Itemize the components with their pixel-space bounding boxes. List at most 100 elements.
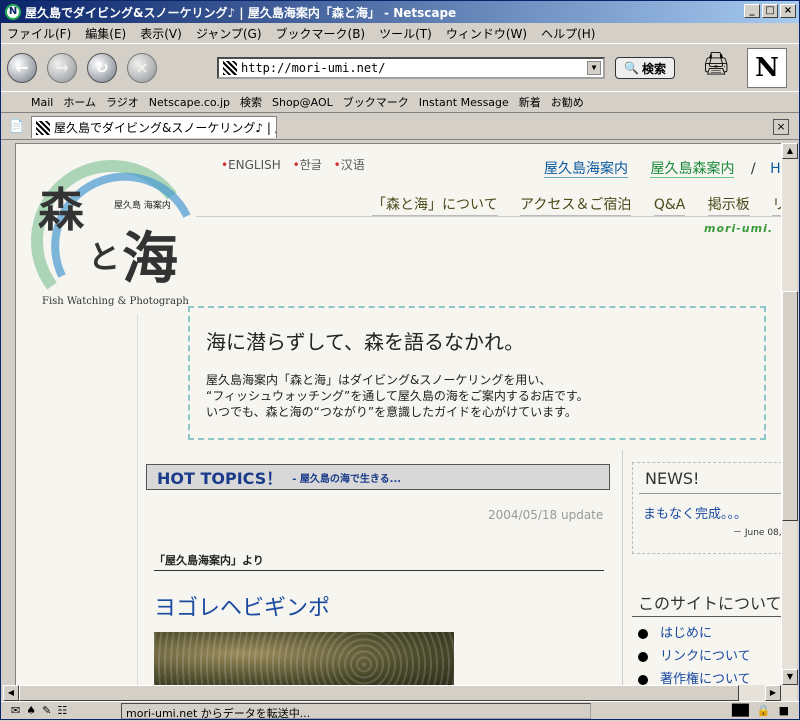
reload-button[interactable]: ↻ [87,52,117,83]
nav-bbs[interactable]: 掲示板 [707,197,750,216]
nav-links[interactable]: リン [772,197,781,216]
navigation-toolbar: ← → ↻ × http://mori-umi.net/ ▼ 🔍 検索 🖨 N [1,43,799,91]
menu-go[interactable]: ジャンプ(G) [196,25,262,42]
fish-photo[interactable] [154,632,454,685]
url-bar[interactable]: http://mori-umi.net/ ▼ [217,57,605,79]
logo-to-glyph: と [88,238,121,276]
news-heading: NEWS! [645,469,700,488]
bookmark-mail[interactable]: Mail [31,96,53,109]
tab-active[interactable]: 屋久島でダイビング&スノーケリング♪ | 屋久... [31,116,277,138]
news-divider [639,493,781,494]
news-item[interactable]: まもなく完成。。。 [643,503,747,522]
netscape-logo-icon[interactable]: N [747,48,787,88]
link-about-links[interactable]: リンクについて [660,645,751,668]
lang-english[interactable]: ENGLISH [228,158,281,172]
horizontal-scrollbar[interactable]: ◀ ▶ [3,685,797,701]
page-viewport: 屋久島 海案内 森 と 海 Fish Watching & Photograph… [15,143,781,685]
close-tab-icon[interactable]: × [773,119,789,135]
online-icon[interactable]: ██ [732,704,749,717]
link-mori-annai[interactable]: 屋久島森案内 [650,161,735,178]
forward-button[interactable]: → [47,52,77,83]
bookmark-home[interactable]: ホーム [63,94,96,110]
horizontal-scroll-thumb[interactable] [19,685,739,701]
bullet-icon [638,674,648,685]
bookmark-radio[interactable]: ラジオ [106,94,139,110]
netscape-app-icon: N [5,4,21,20]
menu-help[interactable]: ヘルプ(H) [541,25,595,42]
logo-mori-glyph: 森 [38,183,84,237]
bookmark-new[interactable]: 新着 [519,94,541,110]
catchphrase-text: 屋久島海案内「森と海」はダイビング&スノーケリングを用い、 “フィッシュウォッチ… [206,372,589,420]
vertical-scrollbar[interactable]: ▲ ▼ [781,143,798,685]
species-title[interactable]: ヨゴレヘビギンポ [154,590,330,622]
site-favicon [223,61,237,75]
nav-access[interactable]: アクセス＆ご宿泊 [520,197,632,216]
mail-icon[interactable]: ✉ [11,704,20,717]
lang-chinese[interactable]: 汉语 [341,158,365,172]
bookmark-netscape[interactable]: Netscape.co.jp [149,96,230,109]
scroll-up-icon[interactable]: ▲ [782,143,798,159]
vertical-scroll-thumb[interactable] [782,291,798,521]
scroll-left-icon[interactable]: ◀ [3,685,19,701]
maximize-button[interactable]: □ [762,4,778,18]
link-umi-annai[interactable]: 屋久島海案内 [544,161,628,178]
bookmark-instant-message[interactable]: Instant Message [419,96,509,109]
personal-toolbar: Mail ホーム ラジオ Netscape.co.jp 検索 Shop@AOL … [1,91,799,113]
menu-edit[interactable]: 編集(E) [85,25,126,42]
address-book-icon[interactable]: ☷ [57,704,67,717]
search-icon: 🔍 [624,61,639,75]
tab-label: 屋久島でダイビング&スノーケリング♪ | 屋久... [54,121,276,135]
separator: / [750,161,756,177]
back-button[interactable]: ← [7,52,37,83]
url-dropdown-icon[interactable]: ▼ [587,61,601,75]
instant-message-icon[interactable]: ♠ [26,704,36,717]
menu-file[interactable]: ファイル(F) [7,25,71,42]
bullet-icon [638,651,648,662]
close-button[interactable]: × [780,4,796,18]
search-button[interactable]: 🔍 検索 [615,57,675,79]
scroll-down-icon[interactable]: ▼ [782,669,798,685]
catchphrase-heading: 海に潜らずして、森を語るなかれ。 [206,330,525,354]
menu-view[interactable]: 表示(V) [140,25,182,42]
language-links: •ENGLISH •한글 •汉语 [221,158,365,172]
header-divider [196,216,781,217]
nav-about[interactable]: 「森と海」について [372,197,498,216]
window-title: 屋久島でダイビング&スノーケリング♪ | 屋久島海案内「森と海」 - Netsc… [25,5,457,20]
bookmark-search[interactable]: 検索 [240,94,262,110]
hot-topics-title: HOT TOPICS！ [157,469,283,488]
about-links: はじめに リンクについて 著作権について [638,622,751,685]
print-icon[interactable]: 🖨 [701,52,731,82]
url-text[interactable]: http://mori-umi.net/ [241,61,386,75]
logo-umi-glyph: 海 [122,226,178,292]
list-item: 著作権について [638,668,751,685]
new-tab-icon[interactable]: 📄 [9,119,24,133]
menu-window[interactable]: ウィンドウ(W) [446,25,527,42]
status-bar: ✉ ♠ ✎ ☷ mori-umi.net からデータを転送中... ██ 🔒 ■ [1,701,799,720]
bookmark-recommended[interactable]: お勧め [551,94,584,110]
bookmark-shop-aol[interactable]: Shop@AOL [272,96,333,109]
news-date: － June 08, 2 [733,528,781,538]
list-item: リンクについて [638,645,751,668]
link-intro[interactable]: はじめに [660,622,712,645]
link-home-cut[interactable]: H [770,161,781,177]
stop-button[interactable]: × [127,52,157,83]
global-navigation: 「森と海」について アクセス＆ご宿泊 Q&A 掲示板 リン [372,194,781,216]
security-lock-icon[interactable]: 🔒 [757,704,771,717]
progress-icon: ■ [778,704,789,717]
nav-qa[interactable]: Q&A [653,197,686,216]
link-copyright[interactable]: 著作権について [660,668,751,685]
minimize-button[interactable]: _ [744,4,760,18]
menu-tools[interactable]: ツール(T) [379,25,432,42]
catch-line-1: 屋久島海案内「森と海」はダイビング&スノーケリングを用い、 [206,373,552,387]
about-heading: このサイトについて [632,590,781,617]
tab-favicon [36,120,50,135]
site-logo[interactable]: 屋久島 海案内 森 と 海 Fish Watching & Photograph [22,156,202,316]
bookmark-bookmarks[interactable]: ブックマーク [343,94,409,110]
source-label: 「屋久島海案内」より [154,552,604,571]
scroll-right-icon[interactable]: ▶ [765,685,781,701]
menu-bar: ファイル(F) 編集(E) 表示(V) ジャンプ(G) ブックマーク(B) ツー… [1,23,799,43]
lang-korean[interactable]: 한글 [300,158,322,172]
menu-bookmarks[interactable]: ブックマーク(B) [276,25,366,42]
catch-line-2: “フィッシュウォッチング”を通して屋久島の海をご案内するお店です。 [206,389,589,403]
composer-icon[interactable]: ✎ [42,704,51,717]
